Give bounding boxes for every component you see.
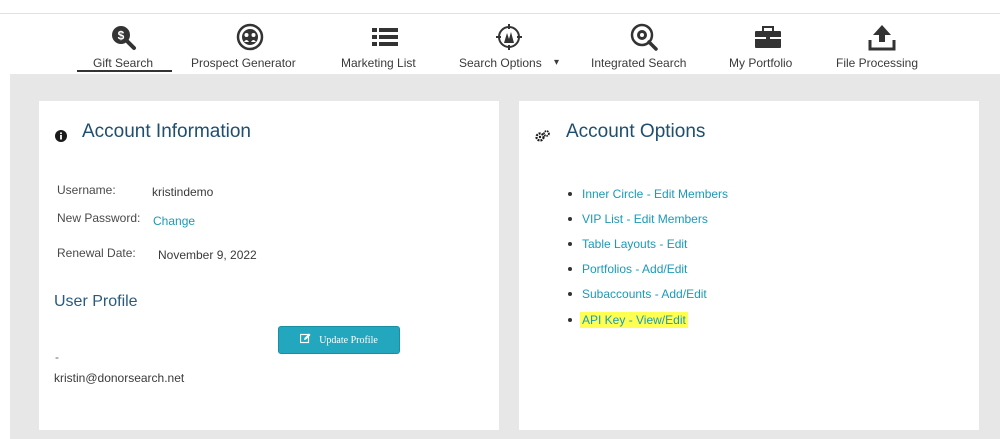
edit-icon	[300, 333, 311, 347]
nav-marketing-list[interactable]: Marketing List	[340, 14, 430, 74]
nav-label: My Portfolio	[729, 56, 793, 70]
username-label: Username:	[57, 183, 116, 197]
list-item: VIP List - Edit Members	[568, 206, 728, 231]
nav-prospect-generator[interactable]: Prospect Generator	[190, 14, 310, 74]
upload-icon	[865, 22, 899, 52]
inner-circle-link[interactable]: Inner Circle - Edit Members	[582, 187, 728, 201]
nav-label: Search Options	[459, 56, 542, 70]
prospect-generator-icon	[233, 22, 267, 52]
profile-name-dash: -	[55, 350, 59, 364]
username-value: kristindemo	[152, 185, 214, 199]
change-password-link[interactable]: Change	[153, 214, 195, 228]
briefcase-icon	[751, 22, 785, 52]
profile-email: kristin@donorsearch.net	[54, 371, 185, 385]
account-information-card: Account Information Username: kristindem…	[39, 101, 499, 430]
nav-my-portfolio[interactable]: My Portfolio	[728, 14, 808, 74]
account-options-card: Account Options Inner Circle - Edit Memb…	[519, 101, 979, 430]
nav-search-options[interactable]: Search Options ▾	[458, 14, 568, 74]
update-profile-label: Update Profile	[319, 334, 378, 346]
subaccounts-link[interactable]: Subaccounts - Add/Edit	[582, 287, 707, 301]
table-layouts-link[interactable]: Table Layouts - Edit	[582, 237, 687, 251]
renewal-date-label: Renewal Date:	[57, 246, 136, 260]
bullet	[568, 317, 572, 322]
account-information-title: Account Information	[82, 121, 251, 142]
user-profile-title: User Profile	[54, 293, 138, 310]
vip-list-link[interactable]: VIP List - Edit Members	[582, 212, 708, 226]
list-item: Table Layouts - Edit	[568, 231, 728, 256]
nav-active-indicator	[77, 70, 172, 72]
bullet	[568, 216, 572, 221]
gears-icon	[535, 129, 550, 147]
nav-label: Integrated Search	[591, 56, 687, 70]
account-options-title: Account Options	[566, 121, 706, 142]
info-icon	[55, 129, 67, 147]
list-item: API Key - View/Edit	[568, 307, 728, 332]
chevron-down-icon: ▾	[554, 57, 560, 68]
nav-label: Prospect Generator	[191, 56, 296, 70]
account-options-list: Inner Circle - Edit Members VIP List - E…	[568, 181, 728, 332]
bullet	[568, 292, 572, 297]
bullet	[568, 267, 572, 272]
new-password-label: New Password:	[57, 211, 141, 225]
bullet	[568, 241, 572, 246]
bullet	[568, 191, 572, 196]
list-item: Portfolios - Add/Edit	[568, 257, 728, 282]
nav-label: Gift Search	[93, 56, 154, 70]
nav-label: Marketing List	[341, 56, 416, 70]
search-options-icon	[492, 22, 526, 52]
marketing-list-icon	[368, 22, 402, 52]
api-key-link[interactable]: API Key - View/Edit	[580, 311, 688, 328]
renewal-date-value: November 9, 2022	[158, 248, 257, 262]
nav-integrated-search[interactable]: Integrated Search	[590, 14, 700, 74]
page-content: Account Information Username: kristindem…	[10, 74, 1000, 439]
nav-gift-search[interactable]: $ Gift Search	[77, 14, 172, 74]
portfolios-link[interactable]: Portfolios - Add/Edit	[582, 262, 687, 276]
gift-search-icon: $	[107, 22, 141, 52]
nav-label: File Processing	[836, 56, 919, 70]
update-profile-button[interactable]: Update Profile	[278, 326, 400, 354]
list-item: Subaccounts - Add/Edit	[568, 282, 728, 307]
nav-file-processing[interactable]: File Processing	[835, 14, 930, 74]
list-item: Inner Circle - Edit Members	[568, 181, 728, 206]
svg-text:$: $	[118, 29, 125, 43]
main-nav: $ Gift Search Prospect Generator Marketi…	[0, 14, 1000, 74]
integrated-search-icon	[627, 22, 661, 52]
